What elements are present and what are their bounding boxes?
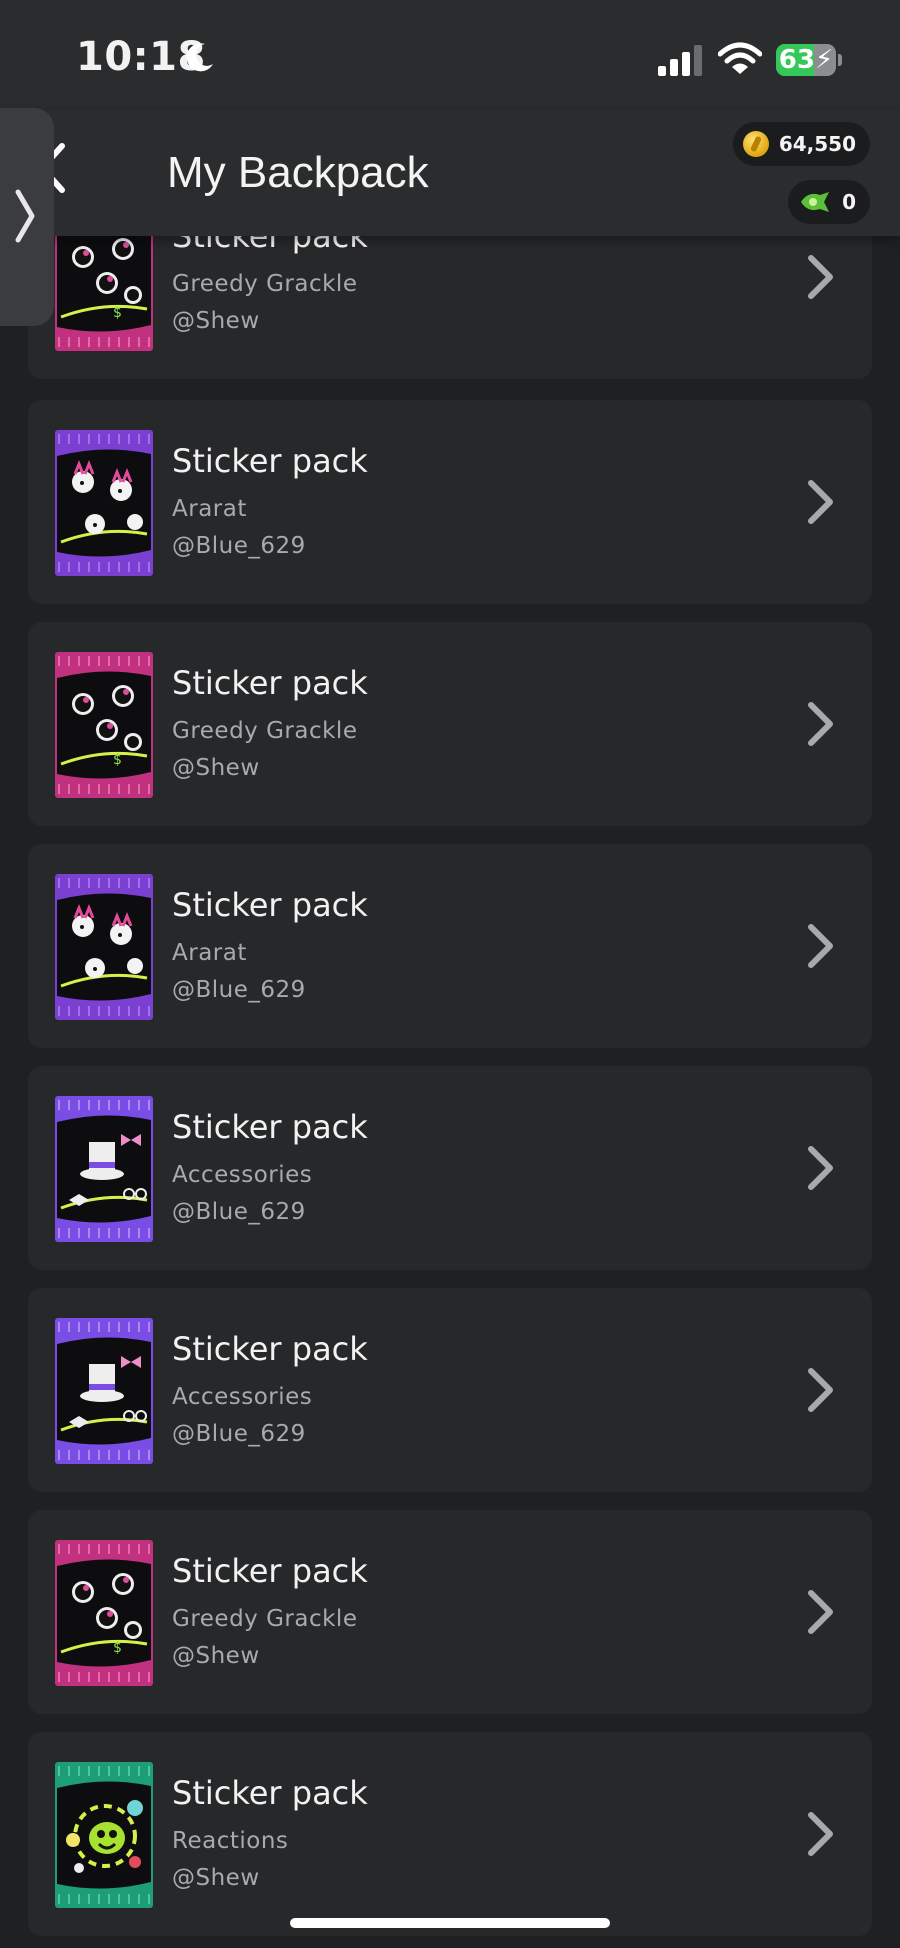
card-title: Sticker pack xyxy=(172,1552,368,1590)
list-item[interactable]: $ Sticker pack Greedy Grackle @Shew xyxy=(28,622,872,826)
chevron-right-icon xyxy=(808,702,833,746)
sticker-pack-thumbnail: $ xyxy=(55,652,153,798)
pack-name: Ararat xyxy=(172,496,247,522)
pack-name: Greedy Grackle xyxy=(172,271,358,297)
chevron-right-icon xyxy=(808,924,833,968)
gem-count: 0 xyxy=(842,190,856,214)
list-item[interactable]: Sticker pack Ararat @Blue_629 xyxy=(28,844,872,1048)
page-title: My Backpack xyxy=(167,148,429,197)
svg-text:$: $ xyxy=(113,1640,122,1656)
list-item[interactable]: Sticker pack Accessories @Blue_629 xyxy=(28,1066,872,1270)
coin-balance[interactable]: 64,550 xyxy=(732,122,870,166)
coin-icon xyxy=(742,131,769,157)
battery-percent: 63⚡ xyxy=(778,45,834,75)
list-item[interactable]: Sticker pack Accessories @Blue_629 xyxy=(28,1288,872,1492)
list-item[interactable]: Sticker pack Reactions @Shew xyxy=(28,1732,872,1936)
chevron-right-icon xyxy=(808,1368,833,1412)
chevron-right-icon xyxy=(15,189,35,243)
creator-name: @Shew xyxy=(172,1865,260,1891)
creator-name: @Shew xyxy=(172,308,260,334)
card-title: Sticker pack xyxy=(172,1108,368,1146)
gem-icon xyxy=(801,192,830,212)
chevron-right-icon xyxy=(808,480,833,524)
pack-name: Greedy Grackle xyxy=(172,1606,358,1632)
gem-balance[interactable]: 0 xyxy=(788,180,870,224)
wifi-icon xyxy=(718,42,762,74)
chevron-right-icon xyxy=(808,255,833,299)
card-title: Sticker pack xyxy=(172,442,368,480)
chevron-right-icon xyxy=(808,1146,833,1190)
cellular-signal-icon xyxy=(658,45,702,76)
moon-icon xyxy=(186,43,213,72)
sticker-pack-thumbnail xyxy=(55,1318,153,1464)
creator-name: @Blue_629 xyxy=(172,1421,306,1447)
app-header: My Backpack 64,550 0 xyxy=(0,110,900,236)
sticker-pack-thumbnail xyxy=(55,1096,153,1242)
sticker-pack-thumbnail xyxy=(55,874,153,1020)
pack-name: Accessories xyxy=(172,1384,313,1410)
card-title: Sticker pack xyxy=(172,1774,368,1812)
creator-name: @Shew xyxy=(172,1643,260,1669)
card-title: Sticker pack xyxy=(172,886,368,924)
pack-name: Accessories xyxy=(172,1162,313,1188)
creator-name: @Blue_629 xyxy=(172,1199,306,1225)
battery-cap xyxy=(838,54,842,66)
sticker-pack-thumbnail xyxy=(55,1762,153,1908)
creator-name: @Blue_629 xyxy=(172,977,306,1003)
creator-name: @Shew xyxy=(172,755,260,781)
pack-name: Greedy Grackle xyxy=(172,718,358,744)
battery-indicator: 63⚡ xyxy=(776,44,836,76)
sticker-pack-thumbnail: $ xyxy=(55,1540,153,1686)
card-title: Sticker pack xyxy=(172,664,368,702)
creator-name: @Blue_629 xyxy=(172,533,306,559)
sticker-pack-thumbnail xyxy=(55,430,153,576)
chevron-right-icon xyxy=(808,1812,833,1856)
pack-name: Ararat xyxy=(172,940,247,966)
svg-text:$: $ xyxy=(113,305,122,321)
home-indicator[interactable] xyxy=(290,1918,610,1928)
chevron-right-icon xyxy=(808,1590,833,1634)
card-title: Sticker pack xyxy=(172,1330,368,1368)
svg-text:$: $ xyxy=(113,752,122,768)
pack-name: Reactions xyxy=(172,1828,289,1854)
status-bar: 10:18 63⚡ xyxy=(0,0,900,110)
coin-count: 64,550 xyxy=(778,132,856,156)
list-item[interactable]: $ Sticker pack Greedy Grackle @Shew xyxy=(28,1510,872,1714)
list-item[interactable]: Sticker pack Ararat @Blue_629 xyxy=(28,400,872,604)
side-drawer-handle[interactable] xyxy=(0,108,54,326)
